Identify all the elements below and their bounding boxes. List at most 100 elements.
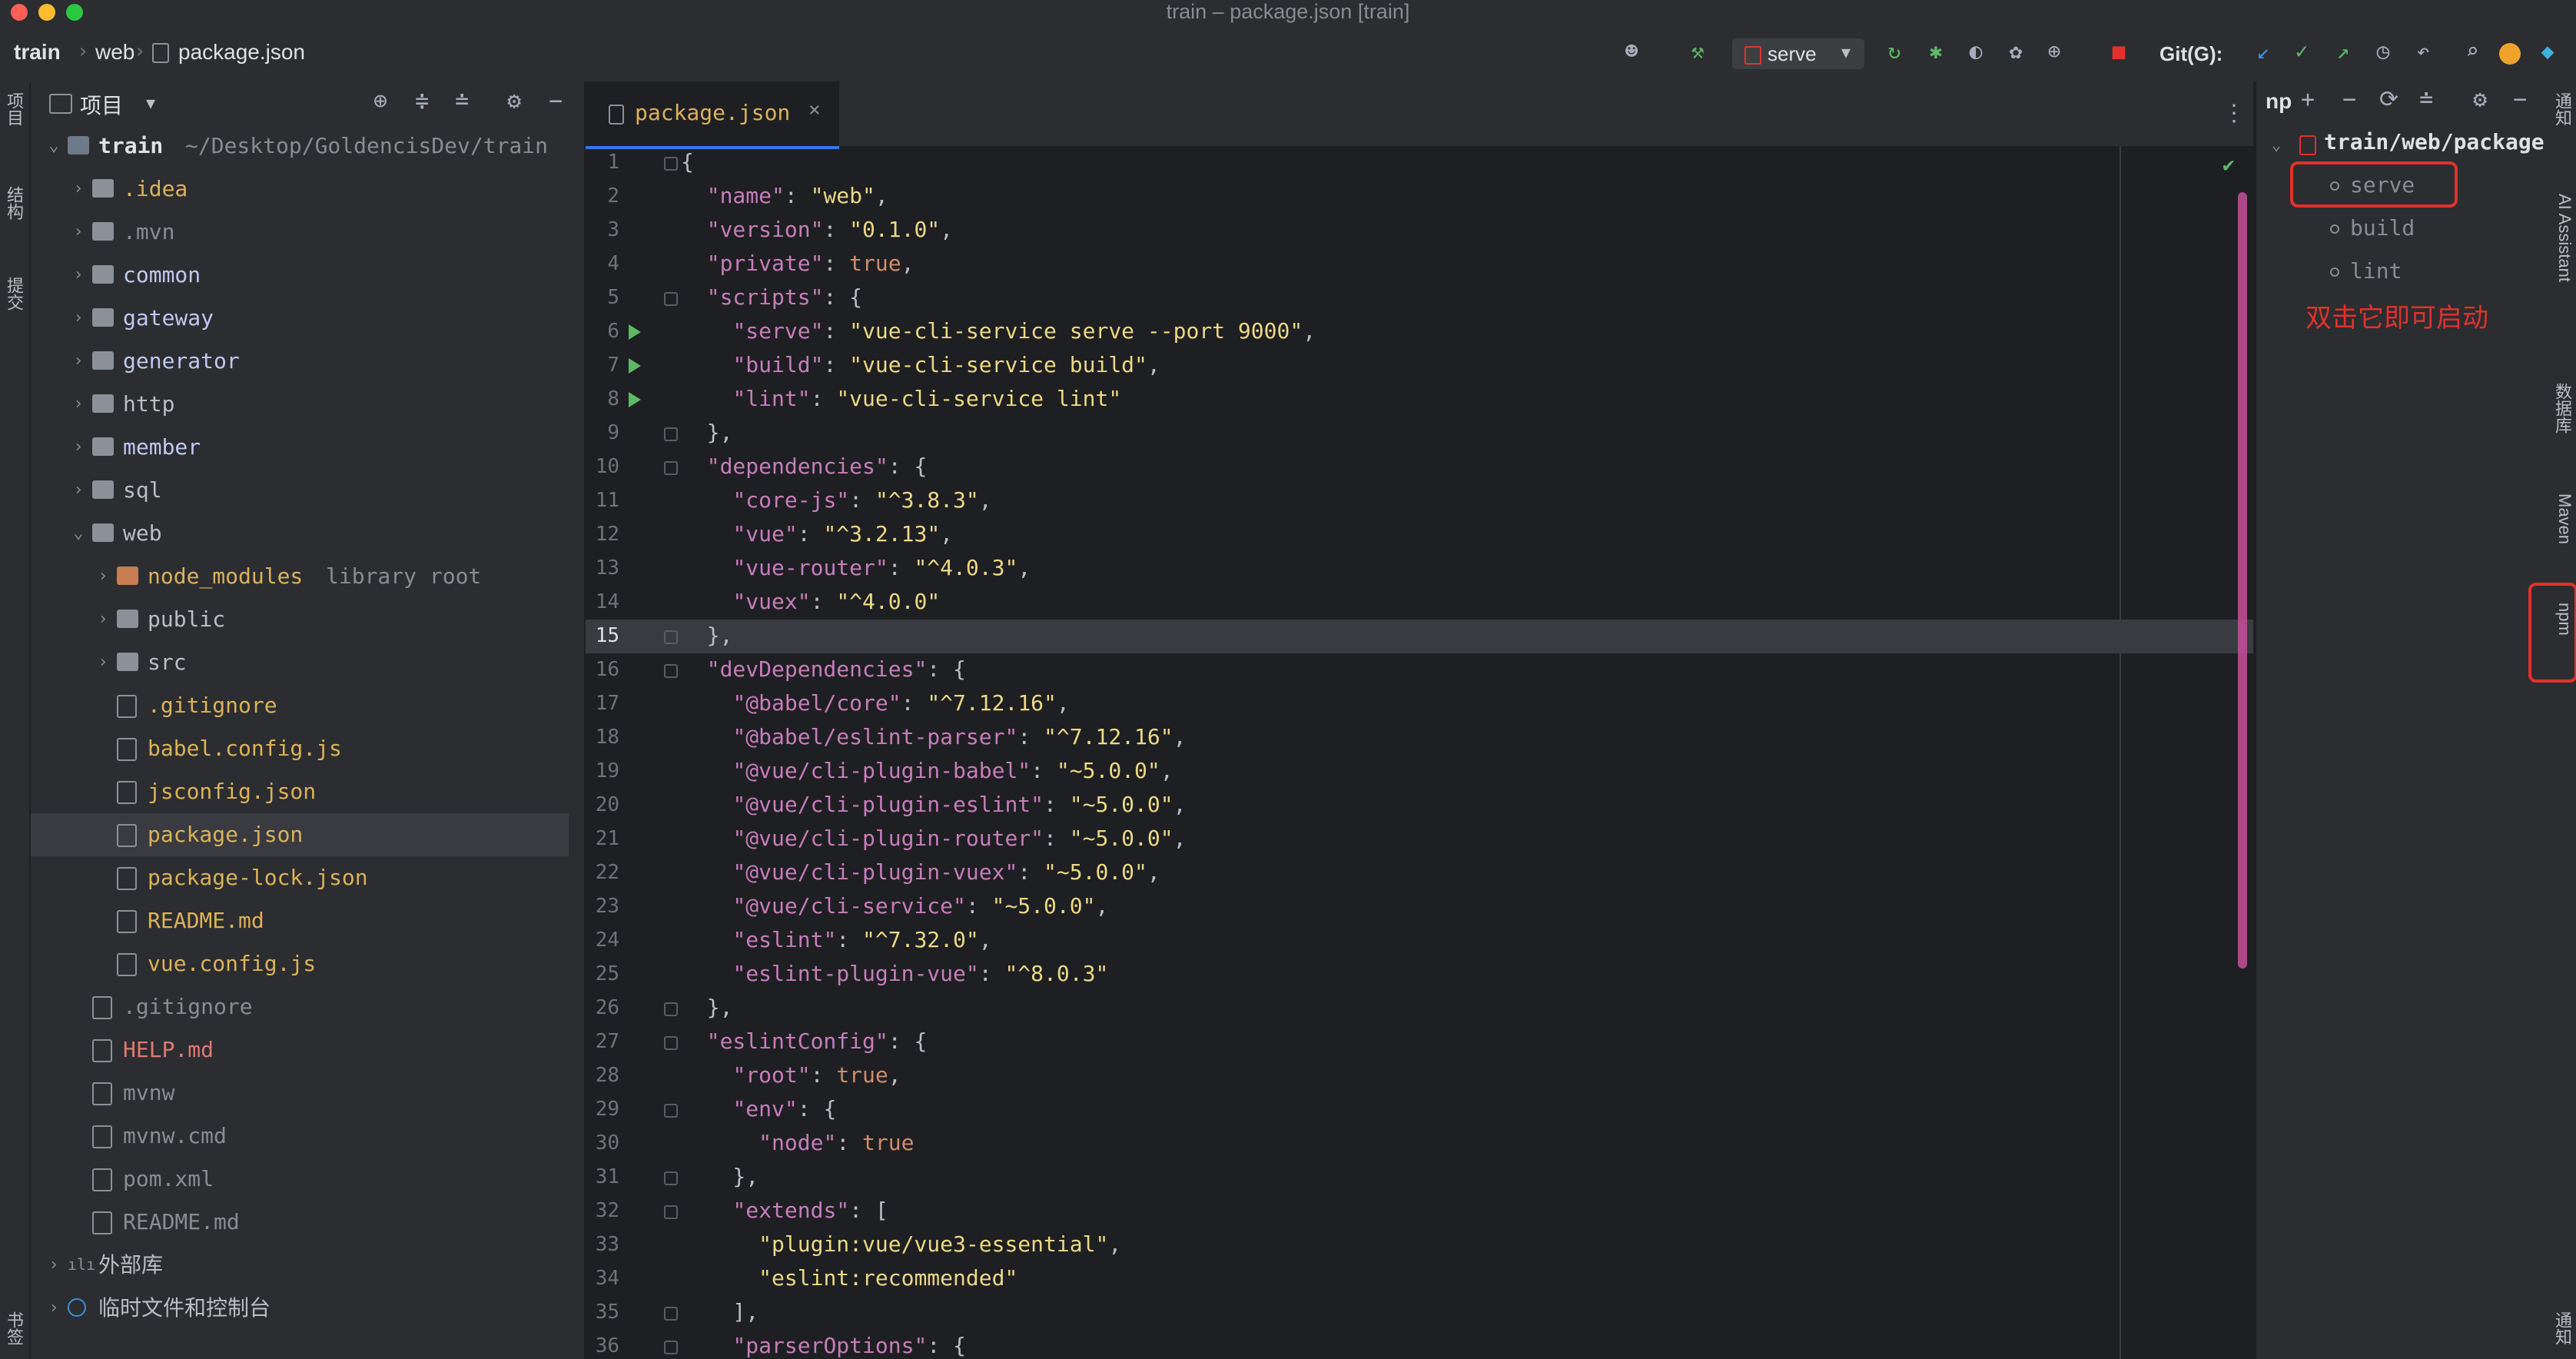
fold-marker-icon[interactable]	[664, 630, 678, 644]
run-script-icon[interactable]	[629, 358, 641, 374]
fold-marker-icon[interactable]	[664, 427, 678, 441]
tool-window-structure[interactable]: 结构	[3, 186, 26, 220]
chevron-down-icon[interactable]: ⌄	[2272, 135, 2281, 154]
chevron-right-icon[interactable]: ›	[69, 254, 88, 297]
fold-marker-icon[interactable]	[664, 292, 678, 306]
npm-root-node[interactable]: train/web/package	[2324, 129, 2544, 155]
tree-item[interactable]: .gitignore	[31, 985, 569, 1028]
collapse-all-icon[interactable]: ≐	[2419, 86, 2433, 113]
tree-item[interactable]: › node_modules library root	[31, 555, 569, 598]
stop-icon[interactable]: ■	[2106, 38, 2132, 65]
chevron-right-icon[interactable]: ›	[94, 598, 112, 641]
hide-panel-icon[interactable]: −	[549, 88, 563, 115]
tree-item[interactable]: jsconfig.json	[31, 770, 569, 813]
tool-window-notifications[interactable]: 通知	[2553, 92, 2574, 126]
tree-item[interactable]: › src	[31, 641, 569, 684]
tree-item[interactable]: README.md	[31, 899, 569, 942]
chevron-down-icon[interactable]: ▼	[146, 94, 155, 112]
tree-item[interactable]: mvnw	[31, 1072, 569, 1115]
expand-all-icon[interactable]: ≑	[415, 88, 429, 115]
remove-icon[interactable]: −	[2342, 86, 2356, 113]
tree-item[interactable]: package.json	[31, 813, 569, 856]
gear-icon[interactable]: ⚙	[2473, 86, 2487, 113]
chevron-right-icon[interactable]: ›	[94, 555, 112, 598]
tool-window-bookmarks[interactable]: 书签	[3, 1311, 26, 1345]
tree-item[interactable]: › 临时文件和控制台	[31, 1287, 569, 1330]
chevron-right-icon[interactable]: ›	[69, 297, 88, 340]
locate-file-icon[interactable]: ⊕	[373, 88, 387, 115]
more-vertical-icon[interactable]: ⋮	[2222, 100, 2246, 127]
npm-script-build[interactable]: build	[2330, 215, 2415, 241]
code-editor[interactable]: 1 {2 "name": "web", 3 "version": "0.1.0", 4…	[586, 146, 2253, 1359]
chevron-right-icon[interactable]: ›	[69, 426, 88, 469]
git-update-icon[interactable]: ↙	[2250, 38, 2276, 65]
fold-marker-icon[interactable]	[664, 1171, 678, 1185]
breadcrumb-file[interactable]: package.json	[178, 40, 305, 65]
tool-window-maven[interactable]: Maven	[2553, 493, 2574, 544]
tree-item[interactable]: › generator	[31, 340, 569, 383]
fold-marker-icon[interactable]	[664, 1002, 678, 1016]
tree-item[interactable]: › member	[31, 426, 569, 469]
fold-marker-icon[interactable]	[664, 1341, 678, 1354]
tree-item[interactable]: HELP.md	[31, 1028, 569, 1072]
tree-item[interactable]: › public	[31, 598, 569, 641]
git-push-icon[interactable]: ↗	[2330, 38, 2356, 65]
gear-icon[interactable]: ⚙	[507, 88, 521, 115]
tree-item[interactable]: › .mvn	[31, 211, 569, 254]
tree-item[interactable]: babel.config.js	[31, 727, 569, 770]
add-icon[interactable]: +	[2301, 86, 2315, 113]
run-script-icon[interactable]	[629, 324, 641, 340]
debug-bug-icon[interactable]: ✱	[1923, 38, 1949, 65]
breadcrumb-folder[interactable]: web	[95, 40, 134, 65]
git-history-icon[interactable]: ◷	[2370, 38, 2396, 65]
chevron-right-icon[interactable]: ›	[69, 340, 88, 383]
rerun-icon[interactable]: ↻	[1881, 38, 1907, 65]
tree-item[interactable]: vue.config.js	[31, 942, 569, 985]
chevron-down-icon[interactable]: ⌄	[69, 512, 88, 555]
fold-marker-icon[interactable]	[664, 1307, 678, 1321]
tool-window-database[interactable]: 数据库	[2553, 383, 2574, 434]
chevron-down-icon[interactable]: ⌄	[45, 125, 63, 168]
chevron-right-icon[interactable]: ›	[45, 1244, 63, 1287]
profiler-icon[interactable]: ✿	[2003, 38, 2029, 65]
tree-item[interactable]: ⌄ web	[31, 512, 569, 555]
chevron-right-icon[interactable]: ›	[69, 469, 88, 512]
tool-window-project[interactable]: 项目	[3, 92, 26, 126]
git-rollback-icon[interactable]: ↶	[2410, 38, 2436, 65]
close-tab-icon[interactable]: ×	[808, 98, 821, 121]
tree-item[interactable]: › .idea	[31, 168, 569, 211]
toolbox-icon[interactable]: ◆	[2535, 38, 2561, 65]
no-problems-check-icon[interactable]: ✔	[2222, 154, 2235, 177]
tool-window-ai-assistant[interactable]: AI Assistant	[2553, 194, 2574, 282]
tree-item[interactable]: › common	[31, 254, 569, 297]
tree-item[interactable]: README.md	[31, 1201, 569, 1244]
chevron-right-icon[interactable]: ›	[69, 168, 88, 211]
fold-marker-icon[interactable]	[664, 157, 678, 171]
fold-marker-icon[interactable]	[664, 461, 678, 475]
tree-item[interactable]: .gitignore	[31, 684, 569, 727]
tree-item[interactable]: › sql	[31, 469, 569, 512]
vertical-scrollbar[interactable]	[2238, 192, 2247, 969]
fold-marker-icon[interactable]	[664, 1104, 678, 1118]
fold-marker-icon[interactable]	[664, 1036, 678, 1050]
tree-item[interactable]: pom.xml	[31, 1158, 569, 1201]
tree-item[interactable]: › http	[31, 383, 569, 426]
tool-window-commit[interactable]: 提交	[3, 277, 26, 311]
run-config-selector[interactable]: serve ▼	[1732, 38, 1864, 69]
tree-item[interactable]: mvnw.cmd	[31, 1115, 569, 1158]
chevron-right-icon[interactable]: ›	[69, 383, 88, 426]
refresh-icon[interactable]: ⟳	[2379, 86, 2398, 113]
hide-panel-icon[interactable]: −	[2513, 86, 2527, 113]
run-script-icon[interactable]	[629, 392, 641, 407]
user-profile-icon[interactable]: ☻	[1618, 38, 1645, 65]
chevron-right-icon[interactable]: ›	[69, 211, 88, 254]
more-run-options-icon[interactable]: ⊕	[2041, 38, 2067, 65]
fold-marker-icon[interactable]	[664, 664, 678, 678]
build-hammer-icon[interactable]: ⚒	[1685, 38, 1711, 65]
tree-item[interactable]: package-lock.json	[31, 856, 569, 899]
tool-window-notifications-bottom[interactable]: 通知	[2553, 1311, 2574, 1345]
fold-marker-icon[interactable]	[664, 1205, 678, 1219]
updates-icon[interactable]	[2499, 43, 2521, 65]
search-icon[interactable]: ⌕	[2459, 38, 2485, 65]
git-commit-icon[interactable]: ✓	[2289, 38, 2315, 65]
